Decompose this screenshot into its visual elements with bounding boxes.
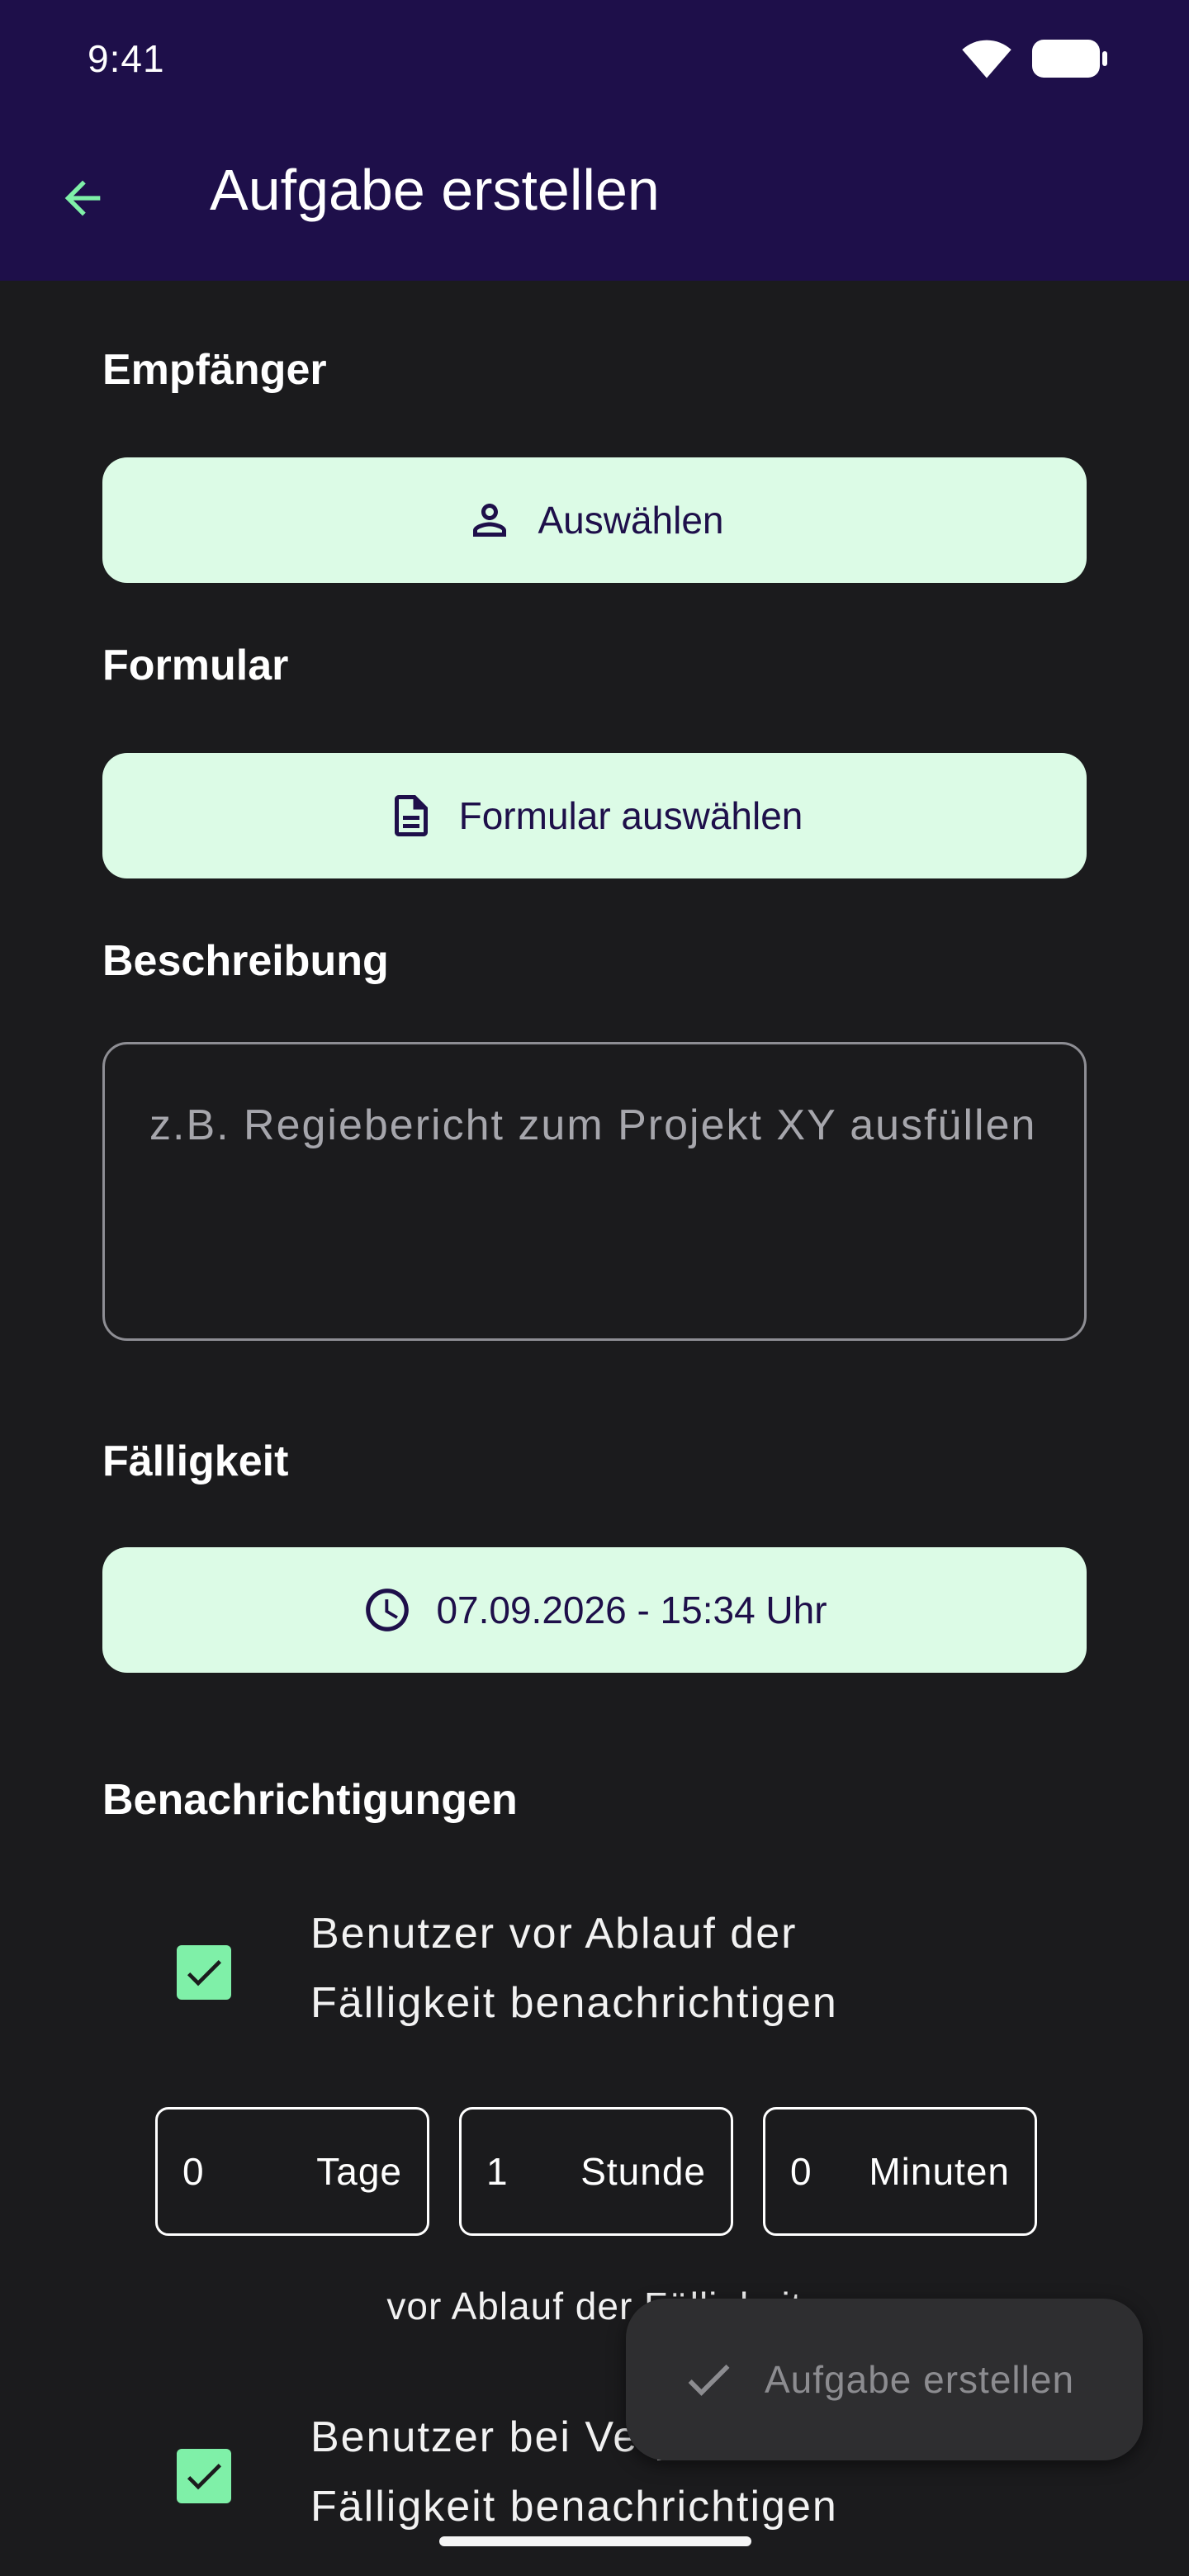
notify-before-due-line1: Benutzer vor Ablauf der <box>310 1910 798 1958</box>
recipient-label: Empfänger <box>102 346 327 394</box>
description-field[interactable]: z.B. Regiebericht zum Projekt XY ausfüll… <box>102 1042 1087 1341</box>
minutes-value: 0 <box>790 2150 812 2193</box>
hours-unit: Stunde <box>580 2150 706 2193</box>
create-task-fab[interactable]: Aufgabe erstellen <box>626 2299 1143 2460</box>
select-form-label: Formular auswählen <box>458 794 803 837</box>
days-input[interactable]: 0 Tage <box>155 2107 429 2236</box>
minutes-input[interactable]: 0 Minuten <box>763 2107 1037 2236</box>
minutes-unit: Minuten <box>869 2150 1010 2193</box>
document-icon <box>394 795 428 836</box>
form-label: Formular <box>102 642 289 689</box>
status-time: 9:41 <box>88 37 165 80</box>
notify-missed-due-line2: Fälligkeit benachrichtigen <box>310 2483 838 2531</box>
page-title: Aufgabe erstellen <box>210 158 660 222</box>
due-label: Fälligkeit <box>102 1437 289 1485</box>
due-date-button[interactable]: 07.09.2026 - 15:34 Uhr <box>102 1547 1087 1673</box>
check-icon <box>187 1960 221 1986</box>
select-recipient-label: Auswählen <box>538 499 724 542</box>
arrow-back-icon <box>64 180 101 216</box>
description-label: Beschreibung <box>102 937 389 985</box>
notify-missed-due-checkbox[interactable] <box>177 2449 231 2503</box>
create-task-label: Aufgabe erstellen <box>765 2358 1075 2401</box>
days-value: 0 <box>182 2150 205 2193</box>
hours-value: 1 <box>486 2150 509 2193</box>
hours-input[interactable]: 1 Stunde <box>459 2107 733 2236</box>
app-bar: 9:41 Aufgabe erstellen <box>0 0 1189 281</box>
home-indicator[interactable] <box>439 2536 751 2546</box>
check-icon <box>688 2364 730 2396</box>
days-unit: Tage <box>316 2150 402 2193</box>
notify-before-due-checkbox[interactable] <box>177 1945 231 2000</box>
select-recipient-button[interactable]: Auswählen <box>102 457 1087 583</box>
select-form-button[interactable]: Formular auswählen <box>102 753 1087 878</box>
description-placeholder: z.B. Regiebericht zum Projekt XY ausfüll… <box>149 1101 1037 1149</box>
battery-icon <box>1032 40 1107 78</box>
due-date-label: 07.09.2026 - 15:34 Uhr <box>436 1589 827 1631</box>
clock-icon <box>366 1589 410 1631</box>
person-icon <box>473 504 507 537</box>
notifications-label: Benachrichtigungen <box>102 1776 518 1824</box>
wifi-icon <box>962 40 1011 78</box>
check-icon <box>187 2464 221 2490</box>
back-button[interactable] <box>50 165 116 231</box>
notify-before-due-line2: Fälligkeit benachrichtigen <box>310 1979 838 2027</box>
